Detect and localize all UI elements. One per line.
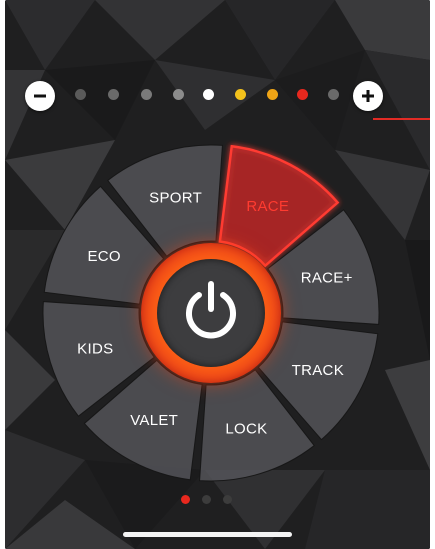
power-icon: [178, 278, 244, 349]
mode-label-track: TRACK: [292, 362, 344, 379]
mode-label-kids: KIDS: [77, 340, 113, 357]
home-indicator[interactable]: [123, 532, 292, 537]
power-button[interactable]: [141, 243, 281, 383]
mode-label-race: RACE: [246, 198, 289, 215]
mode-label-valet: VALET: [130, 412, 178, 429]
mode-label-eco: ECO: [87, 248, 120, 265]
mode-label-sport: SPORT: [149, 189, 202, 206]
mode-label-race-plus: RACE+: [301, 270, 353, 287]
page-dot[interactable]: [202, 495, 211, 504]
power-button-core: [157, 259, 265, 367]
page-dot[interactable]: [223, 495, 232, 504]
app-screen: SPORT RACE RACE+ TRACK LOCK VALET KIDS ECO: [5, 0, 430, 549]
page-dot[interactable]: [181, 495, 190, 504]
mode-label-lock: LOCK: [225, 421, 267, 438]
